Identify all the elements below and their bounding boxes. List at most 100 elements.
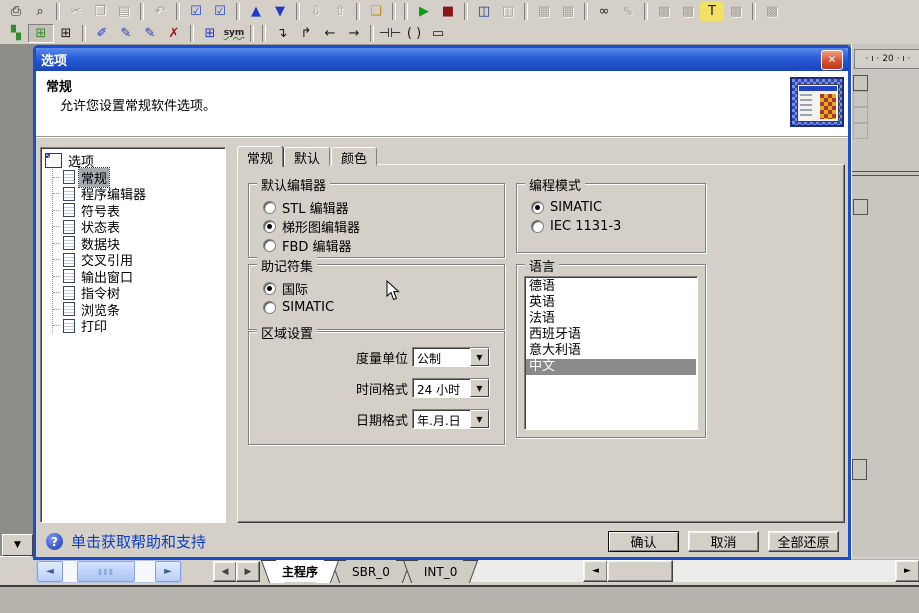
tree-item-output-window[interactable]: 输出窗口: [53, 268, 223, 285]
tree-item-instruction-tree[interactable]: 指令树: [53, 285, 223, 302]
pou-scrollbar-thumb[interactable]: ▮▮▮: [77, 561, 135, 582]
tab-general[interactable]: 常规: [237, 146, 283, 167]
pou-scroll-right-button[interactable]: ►: [155, 561, 181, 582]
combo-dropdown-button[interactable]: ▼: [470, 410, 489, 428]
paste-icon[interactable]: ▤: [112, 2, 136, 21]
radio-simatic[interactable]: SIMATIC: [531, 198, 705, 217]
cancel-button[interactable]: 取消: [688, 531, 759, 552]
overview-icon[interactable]: ▚: [4, 24, 28, 43]
combo-dropdown-button[interactable]: ▼: [470, 348, 489, 366]
language-english[interactable]: 英语: [526, 295, 696, 311]
language-french[interactable]: 法语: [526, 311, 696, 327]
wire-left-icon[interactable]: ←: [318, 24, 342, 43]
compile-all-icon[interactable]: ☑: [208, 2, 232, 21]
combo-dropdown-button[interactable]: ▼: [470, 379, 489, 397]
delete-row-icon[interactable]: ✎: [138, 24, 162, 43]
bookmark-next-icon[interactable]: ▩: [676, 2, 700, 21]
radio-icon: [263, 220, 276, 233]
wire-right-icon[interactable]: →: [342, 24, 366, 43]
tab-defaults[interactable]: 默认: [284, 147, 330, 166]
tab-scroll-right-button[interactable]: ▶: [236, 561, 260, 582]
delete-network-icon[interactable]: ✗: [162, 24, 186, 43]
pointer-icon[interactable]: ⇖: [616, 2, 640, 21]
branch-down-icon[interactable]: ↴: [270, 24, 294, 43]
radio-simatic-mnemonic[interactable]: SIMATIC: [263, 298, 504, 317]
pause-status-icon[interactable]: ◫: [496, 2, 520, 21]
box-icon[interactable]: ▭: [426, 24, 450, 43]
tab-scroll-left-button[interactable]: ◀: [213, 561, 237, 582]
radio-stl-editor[interactable]: STL 编辑器: [263, 198, 504, 217]
address-grid-icon[interactable]: ⊞: [198, 24, 222, 43]
status-glasses-icon[interactable]: ∞: [592, 2, 616, 21]
program-status-icon[interactable]: ◫: [472, 2, 496, 21]
radio-iec-1131-3[interactable]: IEC 1131-3: [531, 217, 705, 236]
language-chinese[interactable]: 中文: [526, 359, 696, 375]
tree-item-print[interactable]: 打印: [53, 318, 223, 335]
dialog-titlebar[interactable]: 选项 ✕: [36, 48, 848, 71]
language-italian[interactable]: 意大利语: [526, 343, 696, 359]
tree-item-program-editor[interactable]: 程序编辑器: [53, 186, 223, 203]
language-german[interactable]: 德语: [526, 279, 696, 295]
symbol-table-icon[interactable]: sym: [222, 24, 246, 43]
options-icon[interactable]: ❏: [364, 2, 388, 21]
insert-network-icon[interactable]: ✐: [90, 24, 114, 43]
tree-item-cross-reference[interactable]: 交叉引用: [53, 252, 223, 269]
language-spanish[interactable]: 西班牙语: [526, 327, 696, 343]
restore-all-button[interactable]: 全部还原: [768, 531, 839, 552]
undo-icon[interactable]: ↶: [148, 2, 172, 21]
branch-up-icon[interactable]: ↱: [294, 24, 318, 43]
tree-item-symbol-table[interactable]: 符号表: [53, 202, 223, 219]
print-preview-icon[interactable]: ⌕: [28, 2, 52, 21]
ladder-view-icon[interactable]: ⊞: [28, 24, 54, 43]
combo-label: 时间格式: [356, 379, 408, 398]
radio-international[interactable]: 国际: [263, 279, 504, 298]
scrollbar-thumb[interactable]: [607, 560, 673, 582]
trend-view-icon[interactable]: ▦: [556, 2, 580, 21]
tab-int0[interactable]: INT_0: [414, 559, 467, 582]
cut-icon[interactable]: ✂: [64, 2, 88, 21]
radio-ladder-editor[interactable]: 梯形图编辑器: [263, 217, 504, 236]
combo-box[interactable]: 24 小时 ▼: [412, 378, 490, 398]
language-listbox[interactable]: 德语 英语 法语 西班牙语 意大利语 中文: [524, 276, 698, 430]
tab-colors[interactable]: 颜色: [331, 147, 377, 166]
sort-ascending-icon[interactable]: ⇩: [304, 2, 328, 21]
radio-fbd-editor[interactable]: FBD 编辑器: [263, 236, 504, 255]
copy-icon[interactable]: ❐: [88, 2, 112, 21]
printer-icon[interactable]: ⎙: [4, 2, 28, 21]
network-map-icon[interactable]: ▩: [760, 2, 784, 21]
combo-box[interactable]: 年.月.日 ▼: [412, 409, 490, 429]
tab-sbr0[interactable]: SBR_0: [342, 559, 400, 582]
combo-box[interactable]: 公制 ▼: [412, 347, 490, 367]
download-icon[interactable]: ▼: [268, 2, 292, 21]
group-language: 语言 德语 英语 法语 西班牙语 意大利语 中文: [516, 264, 706, 438]
sort-descending-icon[interactable]: ⇧: [328, 2, 352, 21]
stop-icon[interactable]: ■: [436, 2, 460, 21]
compile-icon[interactable]: ☑: [184, 2, 208, 21]
bookmark-clear-icon[interactable]: ▩: [724, 2, 748, 21]
tree-item-general[interactable]: 常规: [53, 169, 223, 186]
confirm-button[interactable]: 确认: [608, 531, 679, 552]
contact-icon[interactable]: ⊣⊢: [378, 24, 402, 43]
bookmark-set-icon[interactable]: ▩: [652, 2, 676, 21]
help-link[interactable]: ? 单击获取帮助和支持: [46, 531, 206, 552]
tree-item-status-chart[interactable]: 状态表: [53, 219, 223, 236]
scroll-left-button[interactable]: ◄: [583, 560, 608, 582]
pou-scrollbar[interactable]: ◄ ▮▮▮ ►: [36, 560, 182, 583]
scroll-right-button[interactable]: ►: [895, 560, 919, 582]
left-panel-dropdown-button[interactable]: ▼: [2, 534, 33, 556]
insert-row-icon[interactable]: ✎: [114, 24, 138, 43]
password-icon[interactable]: T: [700, 2, 724, 21]
upload-icon[interactable]: ▲: [244, 2, 268, 21]
pou-scroll-left-button[interactable]: ◄: [37, 561, 63, 582]
mnemonic-set-options: 国际 SIMATIC: [249, 279, 504, 317]
tree-root-options[interactable]: 选项: [43, 152, 223, 169]
run-icon[interactable]: ▶: [412, 2, 436, 21]
close-button[interactable]: ✕: [821, 50, 843, 70]
tab-main-program[interactable]: 主程序: [272, 559, 328, 582]
chart-status-icon[interactable]: ▦: [532, 2, 556, 21]
tree-item-data-block[interactable]: 数据块: [53, 235, 223, 252]
tree-item-navigation-bar[interactable]: 浏览条: [53, 301, 223, 318]
toolbar-separator: [524, 3, 528, 20]
statement-table-icon[interactable]: ⊞: [54, 24, 78, 43]
coil-icon[interactable]: ( ): [402, 24, 426, 43]
